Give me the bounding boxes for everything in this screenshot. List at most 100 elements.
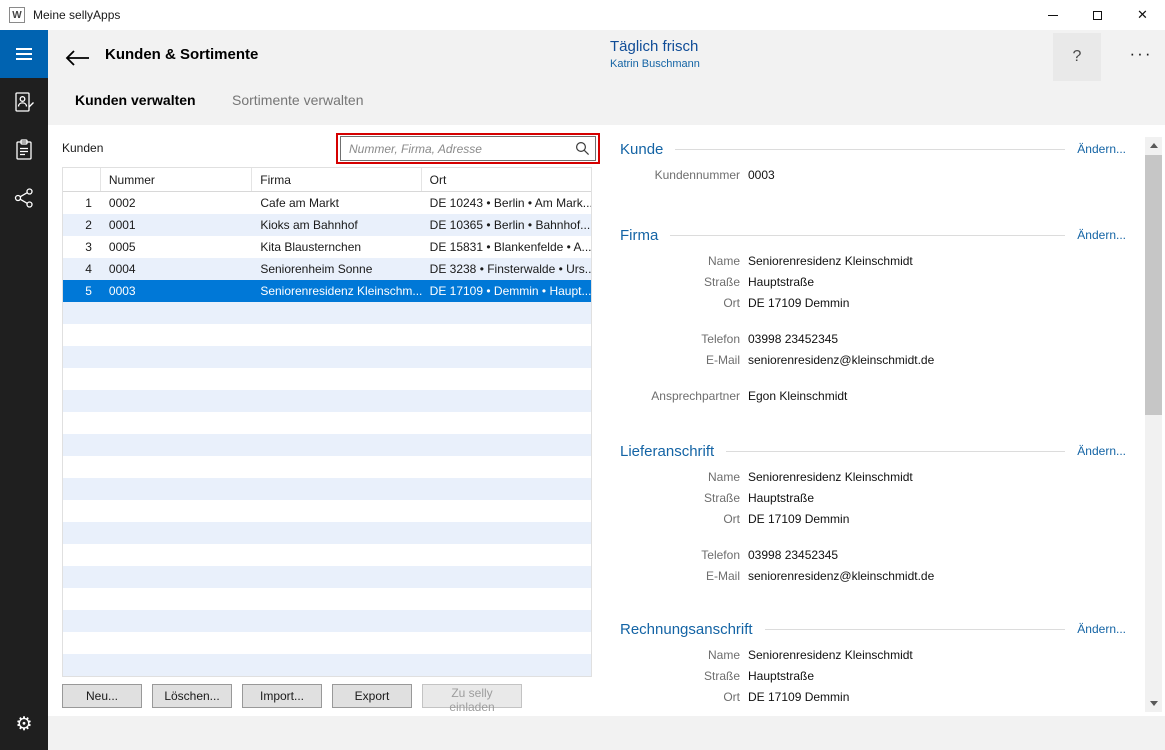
field-value: seniorenresidenz@kleinschmidt.de	[748, 350, 934, 371]
cell-firma: Kita Blausternchen	[252, 236, 421, 258]
scrollbar-thumb[interactable]	[1145, 155, 1162, 415]
section-title: Lieferanschrift	[620, 443, 714, 460]
table-row-selected[interactable]: 5 0003 Seniorenresidenz Kleinschm... DE …	[63, 280, 591, 302]
rechnungsanschrift-change-link[interactable]: Ändern...	[1077, 622, 1126, 636]
section-rechnungsanschrift: Rechnungsanschrift Ändern... Name Senior…	[620, 619, 1126, 708]
field-value: Seniorenresidenz Kleinschmidt	[748, 251, 913, 272]
section-divider	[675, 149, 1065, 150]
sidebar-item-selly[interactable]	[0, 174, 48, 222]
back-button[interactable]	[58, 39, 96, 77]
section-divider	[726, 451, 1065, 452]
tab-kunden-verwalten[interactable]: Kunden verwalten	[75, 92, 196, 108]
firma-change-link[interactable]: Ändern...	[1077, 228, 1126, 242]
sidebar: ⚙	[0, 30, 48, 750]
loeschen-button[interactable]: Löschen...	[152, 684, 232, 708]
scroll-up-button[interactable]	[1145, 137, 1162, 154]
field-label: Name	[620, 251, 740, 272]
field-label: Straße	[620, 488, 740, 509]
row-index: 1	[63, 192, 101, 214]
account-name: Täglich frisch	[610, 38, 700, 55]
help-button[interactable]: ?	[1053, 33, 1101, 81]
header: Kunden & Sortimente Täglich frisch Katri…	[48, 30, 1165, 125]
field-value: Seniorenresidenz Kleinschmidt	[748, 645, 913, 666]
hamburger-menu-button[interactable]	[0, 30, 48, 78]
cell-ort: DE 10365 • Berlin • Bahnhof...	[422, 214, 591, 236]
customer-table: Nummer Firma Ort 1 0002 Cafe am Markt DE…	[62, 167, 592, 677]
field-value: Seniorenresidenz Kleinschmidt	[748, 467, 913, 488]
field-value: Hauptstraße	[748, 666, 814, 687]
minimize-button[interactable]	[1030, 0, 1075, 30]
kunde-change-link[interactable]: Ändern...	[1077, 142, 1126, 156]
sidebar-item-kunden[interactable]	[0, 78, 48, 126]
cell-nummer: 0004	[101, 258, 252, 280]
section-kunde: Kunde Ändern... Kundennummer 0003	[620, 139, 1126, 186]
table-header: Nummer Firma Ort	[63, 168, 591, 192]
lieferanschrift-change-link[interactable]: Ändern...	[1077, 444, 1126, 458]
window-title: Meine sellyApps	[33, 8, 120, 22]
row-index: 3	[63, 236, 101, 258]
field-value: seniorenresidenz@kleinschmidt.de	[748, 566, 934, 587]
scroll-down-icon	[1150, 701, 1158, 706]
close-icon: ✕	[1137, 7, 1148, 23]
close-button[interactable]: ✕	[1120, 0, 1165, 30]
cell-ort: DE 3238 • Finsterwalde • Urs...	[422, 258, 591, 280]
section-title: Firma	[620, 227, 658, 244]
maximize-button[interactable]	[1075, 0, 1120, 30]
field-value: 03998 23452345	[748, 545, 838, 566]
cell-nummer: 0003	[101, 280, 252, 302]
field-label: Straße	[620, 272, 740, 293]
row-index: 4	[63, 258, 101, 280]
field-label: E-Mail	[620, 350, 740, 371]
field-label: Telefon	[620, 329, 740, 350]
column-header-index[interactable]	[63, 168, 101, 191]
table-row[interactable]: 2 0001 Kioks am Bahnhof DE 10365 • Berli…	[63, 214, 591, 236]
export-button[interactable]: Export	[332, 684, 412, 708]
detail-scrollbar[interactable]	[1145, 137, 1162, 712]
field-label: Kundennummer	[620, 165, 740, 186]
more-icon: ···	[1130, 44, 1153, 63]
section-title: Kunde	[620, 141, 663, 158]
account-user: Katrin Buschmann	[610, 58, 700, 70]
scroll-down-button[interactable]	[1145, 695, 1162, 712]
field-label: Ansprechpartner	[620, 386, 740, 407]
cell-firma: Cafe am Markt	[252, 192, 421, 214]
tab-sortimente-verwalten[interactable]: Sortimente verwalten	[232, 92, 364, 108]
settings-button[interactable]: ⚙	[0, 704, 48, 744]
cell-firma: Seniorenheim Sonne	[252, 258, 421, 280]
neu-button[interactable]: Neu...	[62, 684, 142, 708]
app-icon-glyph: W	[12, 10, 21, 21]
list-panel-label: Kunden	[62, 141, 103, 155]
column-header-ort[interactable]: Ort	[422, 168, 591, 191]
field-label: Ort	[620, 509, 740, 530]
column-header-firma[interactable]: Firma	[252, 168, 421, 191]
table-row[interactable]: 1 0002 Cafe am Markt DE 10243 • Berlin •…	[63, 192, 591, 214]
sidebar-item-sortimente[interactable]	[0, 126, 48, 174]
field-label: Ort	[620, 687, 740, 708]
row-index: 2	[63, 214, 101, 236]
table-row[interactable]: 3 0005 Kita Blausternchen DE 15831 • Bla…	[63, 236, 591, 258]
app-window: W Meine sellyApps ✕	[0, 0, 1165, 750]
field-label: Ort	[620, 293, 740, 314]
cell-ort: DE 15831 • Blankenfelde • A...	[422, 236, 591, 258]
section-title: Rechnungsanschrift	[620, 621, 753, 638]
column-header-nummer[interactable]: Nummer	[101, 168, 252, 191]
section-firma: Firma Ändern... Name Seniorenresidenz Kl…	[620, 225, 1126, 407]
cell-firma: Kioks am Bahnhof	[252, 214, 421, 236]
cell-ort: DE 10243 • Berlin • Am Mark...	[422, 192, 591, 214]
cell-ort: DE 17109 • Demmin • Haupt...	[422, 280, 591, 302]
field-value: DE 17109 Demmin	[748, 509, 849, 530]
search-input[interactable]	[340, 136, 596, 161]
titlebar: W Meine sellyApps ✕	[0, 0, 1165, 30]
section-divider	[765, 629, 1066, 630]
field-value: Hauptstraße	[748, 488, 814, 509]
field-value: 03998 23452345	[748, 329, 838, 350]
table-row[interactable]: 4 0004 Seniorenheim Sonne DE 3238 • Fins…	[63, 258, 591, 280]
bottom-bar	[48, 716, 1165, 750]
field-label: Straße	[620, 666, 740, 687]
import-button[interactable]: Import...	[242, 684, 322, 708]
maximize-icon	[1093, 11, 1102, 20]
more-button[interactable]: ···	[1120, 44, 1162, 70]
settings-gear-icon: ⚙	[15, 713, 32, 736]
cell-nummer: 0001	[101, 214, 252, 236]
page-title: Kunden & Sortimente	[105, 46, 258, 63]
